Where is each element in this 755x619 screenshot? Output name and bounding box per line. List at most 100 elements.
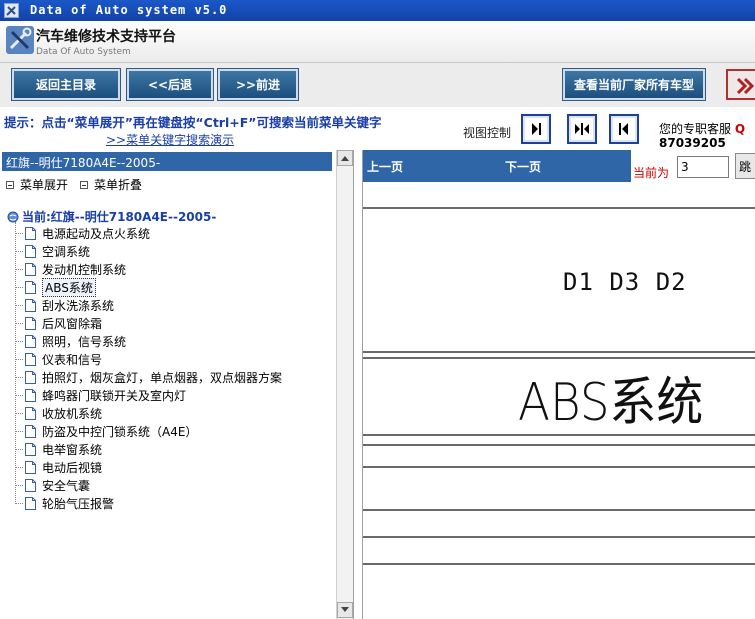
split-arrows-icon	[575, 123, 589, 135]
tree-item-label: 仪表和信号	[42, 352, 103, 367]
tree-branch	[16, 304, 23, 306]
tree-item[interactable]: 刮水洗涤系统	[16, 296, 114, 314]
document-icon	[25, 352, 36, 366]
tree-item[interactable]: ABS系统	[16, 277, 96, 297]
document-icon	[25, 406, 36, 420]
tree-item-label: 防盗及中控门锁系统（A4E）	[42, 424, 198, 439]
service-text: 您的专职客服	[659, 122, 732, 136]
tree-item-label: 拍照灯，烟灰盒灯，单点烟器，双点烟器方案	[42, 370, 283, 385]
tree-branch	[16, 448, 23, 450]
tree-item-label: ABS系统	[42, 277, 96, 297]
menu-collapse-control[interactable]: 菜单折叠	[80, 176, 142, 193]
page-number-input[interactable]	[677, 156, 729, 178]
document-icon	[25, 280, 36, 294]
scroll-up-button[interactable]	[337, 150, 353, 166]
scroll-down-button[interactable]	[337, 602, 353, 618]
document-icon	[25, 496, 36, 510]
tree-item-label: 后风窗除霜	[42, 316, 103, 331]
tree-item[interactable]: 收放机系统	[16, 404, 102, 422]
tree-root[interactable]: 当前:红旗--明仕7180A4E--2005-	[7, 208, 216, 225]
tree-item-label: 电动后视镜	[42, 460, 103, 475]
tree-branch	[16, 502, 23, 504]
forward-button[interactable]: >>前进	[217, 68, 299, 101]
wrench-tools-icon	[6, 26, 34, 54]
document-icon	[25, 460, 36, 474]
tree-item[interactable]: 防盗及中控门锁系统（A4E）	[16, 422, 197, 440]
tree-item[interactable]: 蜂鸣器门联锁开关及室内灯	[16, 386, 186, 404]
app-header: 汽车维修技术支持平台 Data Of Auto System	[0, 21, 755, 63]
tree-item[interactable]: 拍照灯，烟灰盒灯，单点烟器，双点烟器方案	[16, 368, 282, 386]
tree-item[interactable]: 发动机控制系统	[16, 260, 126, 278]
document-icon	[25, 226, 36, 240]
tree-item-label: 照明，信号系统	[42, 334, 127, 349]
view-expand-right-button[interactable]	[521, 114, 551, 144]
document-icon	[25, 370, 36, 384]
tree-root-label: 当前:红旗--明仕7180A4E--2005-	[22, 210, 217, 224]
document-icon	[25, 298, 36, 312]
triangle-down-icon	[341, 607, 349, 612]
search-demo-link[interactable]: >>菜单关键字搜索演示	[106, 131, 234, 148]
document-icon	[25, 424, 36, 438]
tree-branch	[16, 394, 23, 396]
tree-item-label: 蜂鸣器门联锁开关及室内灯	[42, 388, 187, 403]
tree-item[interactable]: 电源起动及点火系统	[16, 224, 150, 242]
menu-collapse-label: 菜单折叠	[94, 178, 143, 192]
page-indicator: 当前为 跳	[631, 150, 755, 182]
qq-prefix: Q	[734, 122, 746, 136]
tree-branch	[16, 322, 23, 324]
view-all-models-button[interactable]: 查看当前厂家所有车型	[562, 68, 706, 101]
app-subtitle: Data Of Auto System	[36, 47, 131, 57]
tree-item[interactable]: 空调系统	[16, 242, 90, 260]
tree-item[interactable]: 仪表和信号	[16, 350, 102, 368]
expand-icon	[6, 180, 14, 189]
double-chevron-right-icon	[736, 77, 755, 95]
triangle-up-icon	[341, 156, 349, 161]
tree-item[interactable]: 安全气囊	[16, 476, 90, 494]
window-title: Data of Auto system v5.0	[30, 3, 228, 17]
tree-item-label: 发动机控制系统	[42, 262, 127, 277]
next-page-link[interactable]: 下一页	[505, 158, 541, 175]
connector-codes: D1 D3 D2	[563, 268, 687, 296]
tree-item[interactable]: 电动后视镜	[16, 458, 102, 476]
tree-branch	[16, 466, 23, 468]
tree-branch	[16, 232, 23, 234]
toolbar: 返回主目录 <<后退 >>前进 查看当前厂家所有车型	[0, 63, 755, 107]
tree-item-label: 安全气囊	[42, 478, 91, 493]
tree-item[interactable]: 轮胎气压报警	[16, 494, 114, 512]
tree-branch	[16, 412, 23, 414]
back-to-main-button[interactable]: 返回主目录	[11, 68, 121, 101]
tree-item-label: 空调系统	[42, 244, 91, 259]
document-icon	[25, 388, 36, 402]
document-icon	[25, 442, 36, 456]
collapse-icon	[80, 180, 88, 189]
tree-branch	[16, 484, 23, 486]
title-bar: Data of Auto system v5.0	[0, 0, 755, 21]
tree-branch	[16, 340, 23, 342]
tree-branch	[16, 430, 23, 432]
app-window: Data of Auto system v5.0 汽车维修技术支持平台 Data…	[0, 0, 755, 619]
document-view: D1 D3 D2 ABS系统	[363, 182, 755, 619]
app-title: 汽车维修技术支持平台	[36, 29, 176, 45]
menu-expand-control[interactable]: 菜单展开	[6, 176, 68, 193]
back-button[interactable]: <<后退	[126, 68, 214, 101]
document-icon	[25, 334, 36, 348]
arrow-left-bar-icon	[619, 123, 628, 135]
view-expand-left-button[interactable]	[609, 114, 639, 144]
tree-branch	[16, 358, 23, 360]
current-page-label: 当前为	[633, 166, 670, 180]
more-button[interactable]	[726, 69, 755, 100]
tree-item[interactable]: 照明，信号系统	[16, 332, 126, 350]
menu-expand-label: 菜单展开	[20, 178, 69, 192]
view-split-button[interactable]	[567, 114, 597, 144]
tree-item[interactable]: 后风窗除霜	[16, 314, 102, 332]
document-icon	[25, 262, 36, 276]
globe-icon	[7, 211, 19, 222]
document-icon	[25, 244, 36, 258]
vertical-scrollbar[interactable]	[336, 150, 353, 619]
page-nav-bar: 上一页 下一页 当前为 跳	[363, 150, 755, 182]
tree-item-label: 电源起动及点火系统	[42, 226, 151, 241]
app-icon	[4, 3, 19, 18]
jump-button[interactable]: 跳	[735, 153, 755, 179]
prev-page-link[interactable]: 上一页	[367, 158, 403, 175]
tree-item[interactable]: 电举窗系统	[16, 440, 102, 458]
